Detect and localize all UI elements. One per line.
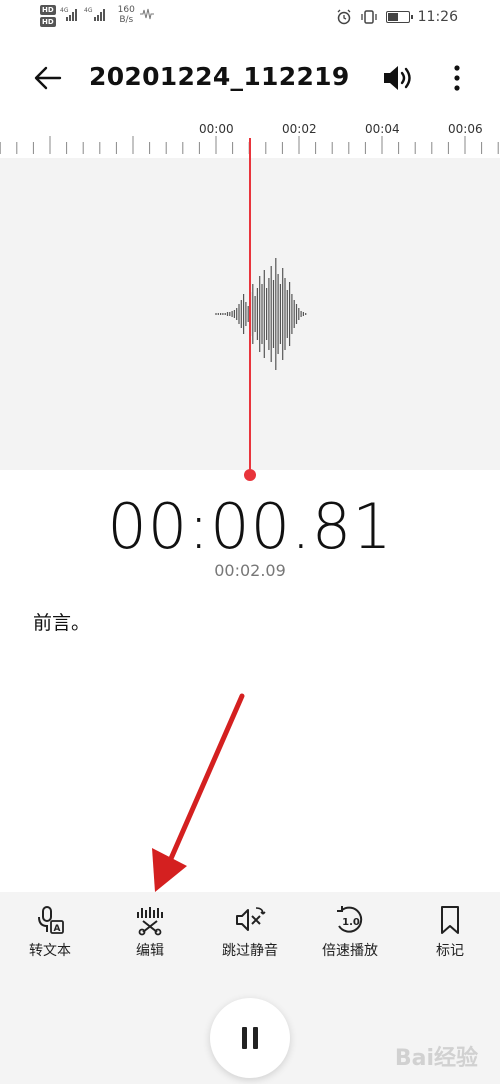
bookmark-icon bbox=[441, 906, 459, 934]
skip-silence-button[interactable]: 跳过静音 bbox=[200, 892, 300, 978]
speed-value: 160 bbox=[117, 5, 135, 15]
total-duration: 00:02.09 bbox=[214, 561, 286, 580]
pause-icon bbox=[242, 1027, 247, 1049]
speech-to-text-label: 转文本 bbox=[29, 943, 71, 959]
playback-controls: Bai经验 bbox=[0, 978, 500, 1084]
status-bar: HD HD 4G 4G 160 B/s 11:26 bbox=[0, 0, 500, 38]
edit-button[interactable]: 编辑 bbox=[100, 892, 200, 978]
status-left: HD HD 4G 4G 160 B/s bbox=[40, 5, 155, 27]
hd-badges: HD HD bbox=[40, 5, 56, 27]
transcript-text: 前言。 bbox=[33, 612, 91, 634]
speed-unit: B/s bbox=[119, 15, 134, 25]
back-arrow-icon[interactable] bbox=[32, 62, 64, 94]
watermark: Bai经验 bbox=[394, 1046, 478, 1071]
bookmark-button[interactable]: 标记 bbox=[400, 892, 500, 978]
vibrate-icon bbox=[360, 10, 377, 24]
network-label: 4G bbox=[60, 7, 69, 14]
skip-silence-label: 跳过静音 bbox=[222, 943, 278, 959]
pause-button[interactable] bbox=[210, 998, 290, 1078]
hd-badge: HD bbox=[40, 17, 56, 27]
app-bar: 20201224_112219 bbox=[0, 50, 500, 106]
speech-to-text-button[interactable]: A 转文本 bbox=[0, 892, 100, 978]
signal-icon-2: 4G bbox=[84, 7, 105, 21]
hd-badge: HD bbox=[40, 5, 56, 15]
status-right: 11:26 bbox=[336, 9, 458, 25]
vibrate-wave-icon bbox=[139, 8, 154, 20]
bookmark-label: 标记 bbox=[436, 943, 464, 959]
edit-cut-icon bbox=[137, 907, 163, 936]
playhead-line[interactable] bbox=[249, 138, 251, 476]
network-label: 4G bbox=[84, 7, 93, 14]
speaker-volume-icon[interactable] bbox=[381, 62, 415, 94]
alarm-icon bbox=[337, 9, 351, 25]
clock: 11:26 bbox=[417, 9, 458, 25]
signal-icon: 4G bbox=[60, 7, 77, 21]
skip-silence-icon bbox=[236, 907, 266, 931]
speed-play-label: 倍速播放 bbox=[322, 943, 378, 959]
network-speed: 160 B/s bbox=[118, 5, 135, 25]
more-options-icon[interactable] bbox=[447, 62, 467, 94]
edit-label: 编辑 bbox=[136, 943, 164, 959]
speech-to-text-icon: A bbox=[38, 906, 64, 934]
recording-title: 20201224_112219 bbox=[89, 62, 350, 91]
speed-badge: 1.0 bbox=[342, 917, 360, 928]
elapsed-time: 00:00.81 bbox=[107, 490, 393, 563]
pause-icon bbox=[253, 1027, 258, 1049]
action-toolbar: A 转文本 编辑 跳过静音 1.0 倍速播放 标记 bbox=[0, 892, 500, 978]
speed-play-button[interactable]: 1.0 倍速播放 bbox=[300, 892, 400, 978]
playhead-handle[interactable] bbox=[244, 469, 256, 481]
battery-icon bbox=[385, 11, 413, 23]
speed-play-icon: 1.0 bbox=[337, 906, 363, 933]
svg-text:A: A bbox=[54, 924, 61, 934]
